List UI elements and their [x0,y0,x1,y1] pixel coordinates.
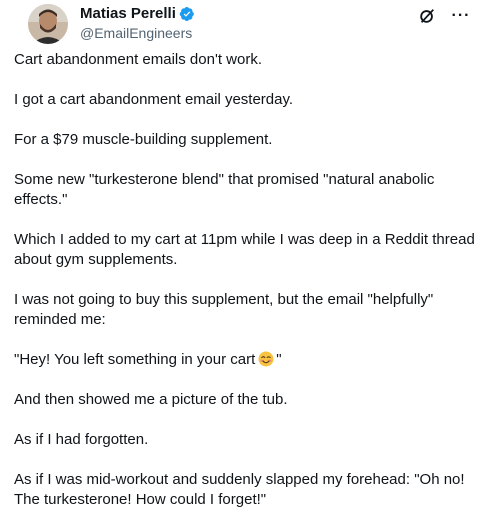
name-row: Matias Perelli [80,5,195,23]
tweet-text: Cart abandonment emails don't work. I go… [14,50,489,530]
verified-badge-icon[interactable] [179,6,195,22]
header-actions: ··· [417,6,471,26]
tweet-header: Matias Perelli @EmailEngineers ··· [14,0,485,44]
tweet-paragraph-with-emoji: "Hey! You left something in your cart " [14,350,489,370]
avatar-image [28,4,68,44]
tweet-paragraph: For a $79 muscle-building supplement. [14,131,273,148]
avatar[interactable] [28,4,68,44]
tweet-paragraph: Some new "turkesterone blend" that promi… [14,171,435,208]
tweet-paragraph: And then showed me a picture of the tub. [14,391,288,408]
tweet-paragraph: Which I added to my cart at 11pm while I… [14,231,475,268]
tweet-paragraph: I was not going to buy this supplement, … [14,291,434,328]
tweet-paragraph: As if I had forgotten. [14,431,149,448]
author-block: Matias Perelli @EmailEngineers [80,5,195,42]
tweet-quote-close: " [276,351,282,368]
smiling-face-emoji [258,351,274,367]
author-handle[interactable]: @EmailEngineers [80,24,195,42]
tweet-quote-text: "Hey! You left something in your cart [14,351,256,368]
author-display-name[interactable]: Matias Perelli [80,5,176,23]
tweet-paragraph: As if I was mid-workout and suddenly sla… [14,471,465,508]
more-horizontal-icon[interactable]: ··· [451,6,471,26]
grok-slash-circle-icon[interactable] [417,6,437,26]
tweet-card: Matias Perelli @EmailEngineers ··· Cart … [0,0,499,508]
tweet-paragraph: I got a cart abandonment email yesterday… [14,91,294,108]
tweet-paragraph: Cart abandonment emails don't work. [14,51,262,68]
